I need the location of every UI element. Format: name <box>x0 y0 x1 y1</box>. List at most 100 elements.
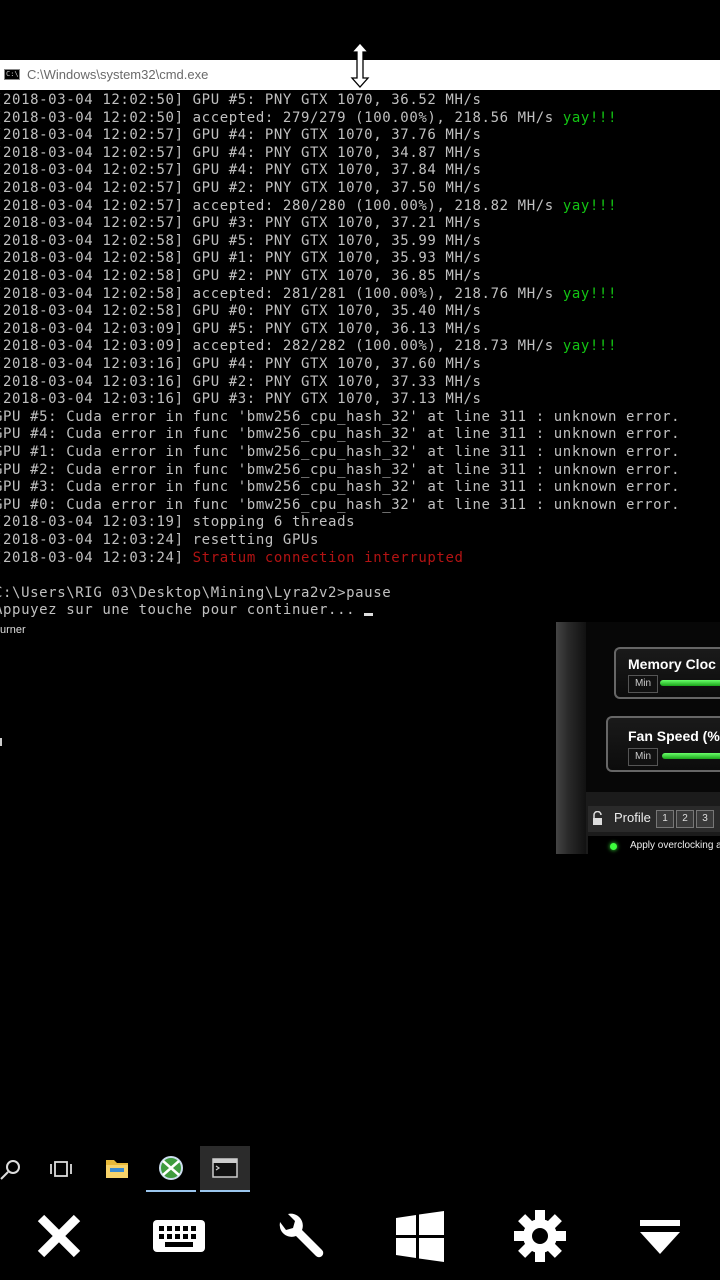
memory-slider-track[interactable] <box>660 680 720 686</box>
console-line-text: GPU #5: Cuda error in func 'bmw256_cpu_h… <box>0 408 681 425</box>
console-line: [2018-03-04 12:03:09] accepted: 282/282 … <box>0 338 617 356</box>
console-line: [2018-03-04 12:02:58] GPU #1: PNY GTX 10… <box>0 250 482 268</box>
console-line-text: [2018-03-04 12:02:57] GPU #4: PNY GTX 10… <box>0 162 482 179</box>
console-line: Appuyez sur une touche pour continuer... <box>0 602 374 620</box>
console-line: [2018-03-04 12:03:24] Stratum connection… <box>0 550 464 568</box>
console-line: [2018-03-04 12:02:57] GPU #3: PNY GTX 10… <box>0 215 482 233</box>
console-line: [2018-03-04 12:02:58] GPU #2: PNY GTX 10… <box>0 268 482 286</box>
console-line-text: [2018-03-04 12:02:58] GPU #5: PNY GTX 10… <box>0 232 482 249</box>
console-line-text: [2018-03-04 12:03:09] accepted: 282/282 … <box>0 338 563 355</box>
console-line-text: GPU #0: Cuda error in func 'bmw256_cpu_h… <box>0 496 681 513</box>
memory-clock-label: Memory Cloc <box>628 656 716 672</box>
task-view-icon[interactable] <box>36 1146 86 1192</box>
wrench-icon[interactable] <box>268 1206 332 1266</box>
close-icon[interactable] <box>27 1206 91 1266</box>
console-line-text: [2018-03-04 12:02:57] GPU #4: PNY GTX 10… <box>0 144 482 161</box>
console-line-text: [2018-03-04 12:02:57] GPU #3: PNY GTX 10… <box>0 215 482 232</box>
console-line: [2018-03-04 12:02:57] GPU #4: PNY GTX 10… <box>0 145 482 163</box>
accepted-badge: yay!!! <box>562 197 617 214</box>
console-line: [2018-03-04 12:02:58] accepted: 281/281 … <box>0 286 617 304</box>
console-line-text: [2018-03-04 12:02:58] GPU #2: PNY GTX 10… <box>0 268 482 284</box>
console-line-text: [2018-03-04 12:02:50] accepted: 279/279 … <box>0 109 563 126</box>
console-line-text: [2018-03-04 12:02:58] GPU #1: PNY GTX 10… <box>0 250 482 267</box>
accepted-badge: yay!!! <box>562 285 617 302</box>
fan-speed-label: Fan Speed (% <box>628 728 720 744</box>
apply-overclocking-label: Apply overclocking a <box>630 840 720 851</box>
profile-label: Profile <box>614 810 651 825</box>
console-line: [2018-03-04 12:02:58] GPU #5: PNY GTX 10… <box>0 233 482 251</box>
console-line: [2018-03-04 12:02:50] GPU #5: PNY GTX 10… <box>0 92 482 110</box>
resize-cursor-icon <box>350 42 370 88</box>
console-line: [2018-03-04 12:03:19] stopping 6 threads <box>0 514 355 532</box>
console-line: C:\Users\RIG 03\Desktop\Mining\Lyra2v2>p… <box>0 585 391 603</box>
cmd-taskbar-icon[interactable] <box>200 1146 250 1192</box>
console-line-text: [2018-03-04 12:03:09] GPU #5: PNY GTX 10… <box>0 320 482 337</box>
console-line-text: GPU #3: Cuda error in func 'bmw256_cpu_h… <box>0 479 681 496</box>
console-line: GPU #3: Cuda error in func 'bmw256_cpu_h… <box>0 479 680 497</box>
profile-slot-1[interactable]: 1 <box>656 810 674 828</box>
console-line: [2018-03-04 12:03:24] resetting GPUs <box>0 532 319 550</box>
console-line: [2018-03-04 12:03:09] GPU #5: PNY GTX 10… <box>0 321 482 339</box>
console-line-text: [2018-03-04 12:02:58] accepted: 281/281 … <box>0 285 563 302</box>
apply-on-startup[interactable]: Apply overclocking a <box>588 836 720 870</box>
mining-app-icon[interactable] <box>146 1146 196 1192</box>
console-line: [2018-03-04 12:02:57] GPU #4: PNY GTX 10… <box>0 127 482 145</box>
console-line-text: [2018-03-04 12:02:57] GPU #2: PNY GTX 10… <box>0 180 482 196</box>
console-line-text: [2018-03-04 12:03:24] <box>0 549 193 566</box>
console-line-text: C:\Users\RIG 03\Desktop\Mining\Lyra2v2>p… <box>0 584 392 601</box>
profile-slot-3[interactable]: 3 <box>696 810 714 828</box>
console-line: [2018-03-04 12:03:16] GPU #4: PNY GTX 10… <box>0 356 482 374</box>
memory-min-label: Min <box>628 675 658 693</box>
search-icon[interactable] <box>0 1146 36 1192</box>
console-line-text: GPU #4: Cuda error in func 'bmw256_cpu_h… <box>0 426 681 443</box>
console-line-text: [2018-03-04 12:02:50] GPU #5: PNY GTX 10… <box>0 92 482 108</box>
window-title: C:\Windows\system32\cmd.exe <box>27 67 209 82</box>
status-led-icon <box>610 843 617 850</box>
gear-icon[interactable] <box>508 1206 572 1266</box>
console-line-text: GPU #1: Cuda error in func 'bmw256_cpu_h… <box>0 444 681 460</box>
console-line-text: [2018-03-04 12:02:57] accepted: 280/280 … <box>0 197 563 214</box>
console-line-text: [2018-03-04 12:03:16] GPU #2: PNY GTX 10… <box>0 373 482 390</box>
console-line-text: [2018-03-04 12:03:19] stopping 6 threads <box>0 514 356 531</box>
error-message: Stratum connection interrupted <box>192 549 464 566</box>
console-line-text: [2018-03-04 12:03:24] resetting GPUs <box>0 532 320 548</box>
console-line: [2018-03-04 12:03:16] GPU #2: PNY GTX 10… <box>0 374 482 392</box>
console-line: [2018-03-04 12:02:57] accepted: 280/280 … <box>0 198 617 216</box>
fan-slider-track[interactable] <box>662 753 720 759</box>
memory-clock-slider[interactable]: Memory Cloc Min <box>614 647 720 699</box>
remote-toolbar <box>0 1192 720 1280</box>
cmd-window-icon: C:\ <box>4 69 20 80</box>
console-line: GPU #1: Cuda error in func 'bmw256_cpu_h… <box>0 444 680 462</box>
lock-icon[interactable] <box>592 810 602 825</box>
keyboard-icon[interactable] <box>147 1206 211 1266</box>
background-mark <box>0 738 2 746</box>
console-line: [2018-03-04 12:02:57] GPU #4: PNY GTX 10… <box>0 162 482 180</box>
accepted-badge: yay!!! <box>562 338 617 355</box>
afterburner-profile-bar: Profile 1 2 3 <box>588 806 720 832</box>
console-line-text: [2018-03-04 12:02:57] GPU #4: PNY GTX 10… <box>0 127 482 144</box>
text-cursor <box>364 613 374 617</box>
fan-speed-slider[interactable]: Fan Speed (% Min <box>606 716 720 772</box>
afterburner-side-strip <box>556 622 586 854</box>
console-line-text: [2018-03-04 12:02:58] GPU #0: PNY GTX 10… <box>0 303 482 320</box>
console-line-text: GPU #2: Cuda error in func 'bmw256_cpu_h… <box>0 461 681 478</box>
console-line: [2018-03-04 12:02:57] GPU #2: PNY GTX 10… <box>0 180 482 198</box>
background-window-label: urner <box>0 624 26 636</box>
console-line: [2018-03-04 12:02:58] GPU #0: PNY GTX 10… <box>0 303 482 321</box>
console-line: [2018-03-04 12:03:16] GPU #3: PNY GTX 10… <box>0 391 482 409</box>
taskbar <box>0 1146 720 1192</box>
console-line-text: [2018-03-04 12:03:16] GPU #4: PNY GTX 10… <box>0 356 482 372</box>
accepted-badge: yay!!! <box>562 109 617 126</box>
windows-icon[interactable] <box>388 1206 452 1266</box>
file-explorer-icon[interactable] <box>92 1146 142 1192</box>
console-output[interactable]: [2018-03-04 12:02:50] GPU #5: PNY GTX 10… <box>0 92 720 622</box>
fan-min-label: Min <box>628 748 658 766</box>
profile-slot-2[interactable]: 2 <box>676 810 694 828</box>
console-line-text: Appuyez sur une touche pour continuer... <box>0 602 365 619</box>
console-line: GPU #5: Cuda error in func 'bmw256_cpu_h… <box>0 409 680 427</box>
console-line-text: [2018-03-04 12:03:16] GPU #3: PNY GTX 10… <box>0 391 482 408</box>
console-line: GPU #4: Cuda error in func 'bmw256_cpu_h… <box>0 426 680 444</box>
console-line: [2018-03-04 12:02:50] accepted: 279/279 … <box>0 110 617 128</box>
console-line: GPU #0: Cuda error in func 'bmw256_cpu_h… <box>0 497 680 515</box>
collapse-icon[interactable] <box>628 1206 692 1266</box>
